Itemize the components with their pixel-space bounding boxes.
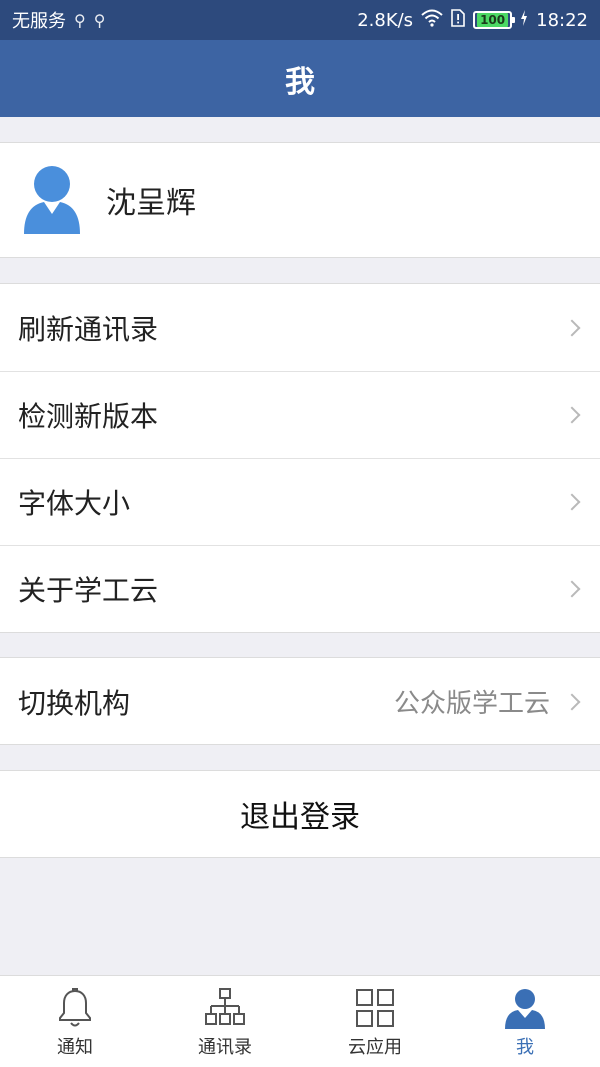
menu-item-label: 刷新通讯录: [18, 312, 159, 346]
network-speed: 2.8K/s: [357, 9, 414, 31]
chevron-right-icon: [563, 319, 581, 336]
org-menu: 切换机构 公众版学工云: [0, 657, 600, 745]
org-chart-icon: [205, 988, 245, 1025]
charging-icon: [520, 9, 528, 31]
status-bar: 无服务 ⚲ ⚲ 2.8K/s 100 18:22: [0, 0, 600, 40]
tab-cloud-apps[interactable]: 云应用: [300, 976, 450, 1067]
menu-item-about[interactable]: 关于学工云: [0, 545, 600, 632]
current-org-value: 公众版学工云: [393, 689, 550, 719]
carrier-text: 无服务: [12, 11, 66, 32]
clock: 18:22: [536, 9, 588, 31]
usb-icon: ⚲: [74, 10, 86, 30]
menu-item-switch-org[interactable]: 切换机构 公众版学工云: [0, 658, 600, 745]
grid-icon: [356, 989, 394, 1027]
tab-notifications[interactable]: 通知: [0, 976, 150, 1067]
menu-item-label: 检测新版本: [18, 399, 159, 433]
tab-label: 云应用: [348, 1037, 402, 1058]
tab-label: 通知: [57, 1037, 93, 1058]
chevron-right-icon: [563, 493, 581, 510]
logout-label: 退出登录: [240, 800, 360, 835]
battery-level: 100: [477, 13, 509, 27]
sim-alert-icon: [451, 8, 465, 32]
profile-card[interactable]: 沈呈辉: [0, 142, 600, 258]
menu-item-check-version[interactable]: 检测新版本: [0, 371, 600, 458]
chevron-right-icon: [563, 580, 581, 597]
wifi-icon: [421, 9, 443, 32]
tab-contacts[interactable]: 通讯录: [150, 976, 300, 1067]
usb-icon: ⚲: [93, 10, 106, 30]
page-header: 我: [0, 40, 600, 117]
chevron-right-icon: [563, 406, 581, 423]
avatar: [22, 164, 82, 236]
logout-button[interactable]: 退出登录: [0, 770, 600, 858]
menu-item-font-size[interactable]: 字体大小: [0, 458, 600, 545]
chevron-right-icon: [563, 693, 581, 710]
bottom-tab-bar: 通知 通讯录 云应用 我: [0, 975, 600, 1067]
page-title: 我: [285, 64, 315, 100]
person-icon: [505, 989, 545, 1029]
menu-item-label: 字体大小: [18, 486, 131, 520]
tab-me[interactable]: 我: [450, 976, 600, 1067]
battery-icon: 100: [473, 11, 516, 29]
switch-org-label: 切换机构: [18, 686, 131, 720]
menu-item-label: 关于学工云: [18, 573, 159, 607]
tab-label: 我: [516, 1037, 534, 1058]
menu-item-refresh-contacts[interactable]: 刷新通讯录: [0, 284, 600, 371]
settings-menu: 刷新通讯录 检测新版本 字体大小 关于学工云: [0, 283, 600, 633]
bell-icon: [59, 988, 91, 1027]
profile-name: 沈呈辉: [106, 186, 196, 221]
tab-label: 通讯录: [198, 1037, 252, 1058]
